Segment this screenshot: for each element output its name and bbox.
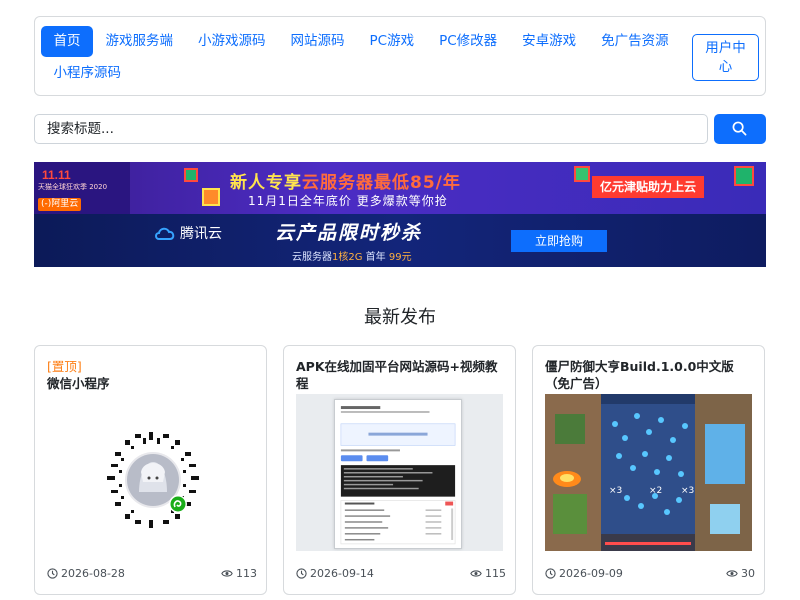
post-title-text: 微信小程序	[47, 376, 110, 391]
pinned-badge: [置顶]	[47, 359, 82, 374]
tencent-sub-spec: 1核2G	[332, 252, 363, 263]
post-views-count: 113	[236, 567, 257, 580]
post-title[interactable]: 僵尸防御大亨Build.1.0.0中文版（免广告）	[545, 358, 755, 392]
search-input[interactable]	[34, 114, 708, 144]
post-thumbnail[interactable]	[47, 394, 254, 551]
post-title[interactable]: APK在线加固平台网站源码+视频教程	[296, 358, 506, 392]
badge-1111: 11.11	[42, 168, 71, 182]
nav-website-source[interactable]: 网站源码	[278, 26, 357, 57]
post-card[interactable]: 僵尸防御大亨Build.1.0.0中文版（免广告） ×3 ×2 ×3 2026-…	[532, 345, 765, 595]
gift-box-icon	[734, 166, 754, 186]
svg-text:×2: ×2	[649, 486, 662, 496]
tencent-sub-price: 99元	[388, 252, 412, 263]
nav-ad-free[interactable]: 免广告资源	[589, 26, 682, 57]
svg-text:×3: ×3	[681, 486, 694, 496]
gift-box-icon	[184, 168, 198, 182]
section-title: 最新发布	[364, 307, 436, 328]
aliyun-right-tag: 亿元津贴助力上云	[592, 176, 705, 198]
tencent-subtitle: 云服务器1核2G 首年 99元	[292, 248, 412, 263]
clock-icon	[296, 568, 307, 579]
post-date: 2026-08-28	[47, 567, 125, 580]
eye-icon	[221, 570, 233, 577]
tencent-cloud-promo-banner[interactable]: 腾讯云 云产品限时秒杀 云服务器1核2G 首年 99元 立即抢购	[34, 214, 766, 267]
tencent-cloud-logo-text: 腾讯云	[180, 226, 222, 242]
tencent-sub-year: 首年	[362, 252, 389, 263]
nav-links: 首页 游戏服务端 小游戏源码 网站源码 PC游戏 PC修改器 安卓游戏 免广告资…	[41, 26, 691, 89]
post-views-count: 30	[741, 567, 755, 580]
tencent-sub-product: 云服务器	[292, 252, 332, 263]
user-center-button[interactable]: 用户中心	[692, 34, 759, 81]
eye-icon	[726, 570, 738, 577]
apk-platform-screenshot	[334, 399, 462, 549]
nav-mini-program-source[interactable]: 小程序源码	[41, 58, 134, 89]
tencent-cloud-logo: 腾讯云	[154, 223, 222, 243]
aliyun-headline-price: 云服务器最低85/年	[302, 173, 461, 193]
clock-icon	[47, 568, 58, 579]
nav-game-server[interactable]: 游戏服务端	[93, 26, 186, 57]
post-date: 2026-09-09	[545, 567, 623, 580]
clock-icon	[545, 568, 556, 579]
post-card[interactable]: APK在线加固平台网站源码+视频教程 2026-09-14 115	[283, 345, 516, 595]
post-card[interactable]: [置顶] 微信小程序 2026-08-28 113	[34, 345, 267, 595]
game-screenshot: ×3 ×2 ×3	[545, 394, 752, 551]
post-meta: 2026-09-09 30	[545, 567, 755, 583]
tmall-1111-badge: 11.11 天猫全球狂欢季 2020 (-)阿里云	[34, 162, 130, 214]
nav-pc-games[interactable]: PC游戏	[357, 26, 427, 57]
post-thumbnail[interactable]	[296, 394, 503, 551]
post-views: 113	[221, 567, 257, 580]
post-thumbnail[interactable]: ×3 ×2 ×3	[545, 394, 752, 551]
aliyun-logo: (-)阿里云	[38, 198, 82, 211]
post-date-text: 2026-08-28	[61, 567, 125, 580]
post-title[interactable]: [置顶] 微信小程序	[47, 358, 257, 392]
aliyun-subtitle: 11月1日全年底价 更多爆款等你抢	[248, 194, 448, 208]
nav-pc-trainers[interactable]: PC修改器	[427, 26, 510, 57]
post-views: 30	[726, 567, 755, 580]
badge-subtitle: 天猫全球狂欢季 2020	[38, 183, 108, 191]
nav-android-games[interactable]: 安卓游戏	[510, 26, 589, 57]
buy-now-button[interactable]: 立即抢购	[511, 230, 607, 252]
nav-home[interactable]: 首页	[41, 26, 93, 57]
aliyun-promo-banner[interactable]: 11.11 天猫全球狂欢季 2020 (-)阿里云 新人专享云服务器最低85/年…	[34, 162, 766, 214]
aliyun-headline-new: 新人专享	[230, 173, 302, 193]
post-views-count: 115	[485, 567, 506, 580]
post-meta: 2026-09-14 115	[296, 567, 506, 583]
gift-box-icon	[202, 188, 220, 206]
top-navbar: 首页 游戏服务端 小游戏源码 网站源码 PC游戏 PC修改器 安卓游戏 免广告资…	[34, 16, 766, 96]
aliyun-headline: 新人专享云服务器最低85/年	[230, 168, 461, 193]
search-button[interactable]	[714, 114, 766, 144]
post-meta: 2026-08-28 113	[47, 567, 257, 583]
eye-icon	[470, 570, 482, 577]
search-icon	[732, 121, 747, 136]
post-date-text: 2026-09-09	[559, 567, 623, 580]
nav-mini-game-source[interactable]: 小游戏源码	[186, 26, 279, 57]
tencent-headline: 云产品限时秒杀	[275, 222, 423, 244]
wechat-mini-program-code	[107, 432, 199, 528]
svg-text:×3: ×3	[609, 486, 622, 496]
post-date: 2026-09-14	[296, 567, 374, 580]
gift-box-icon	[574, 166, 590, 182]
cloud-icon	[155, 227, 175, 240]
post-views: 115	[470, 567, 506, 580]
post-date-text: 2026-09-14	[310, 567, 374, 580]
